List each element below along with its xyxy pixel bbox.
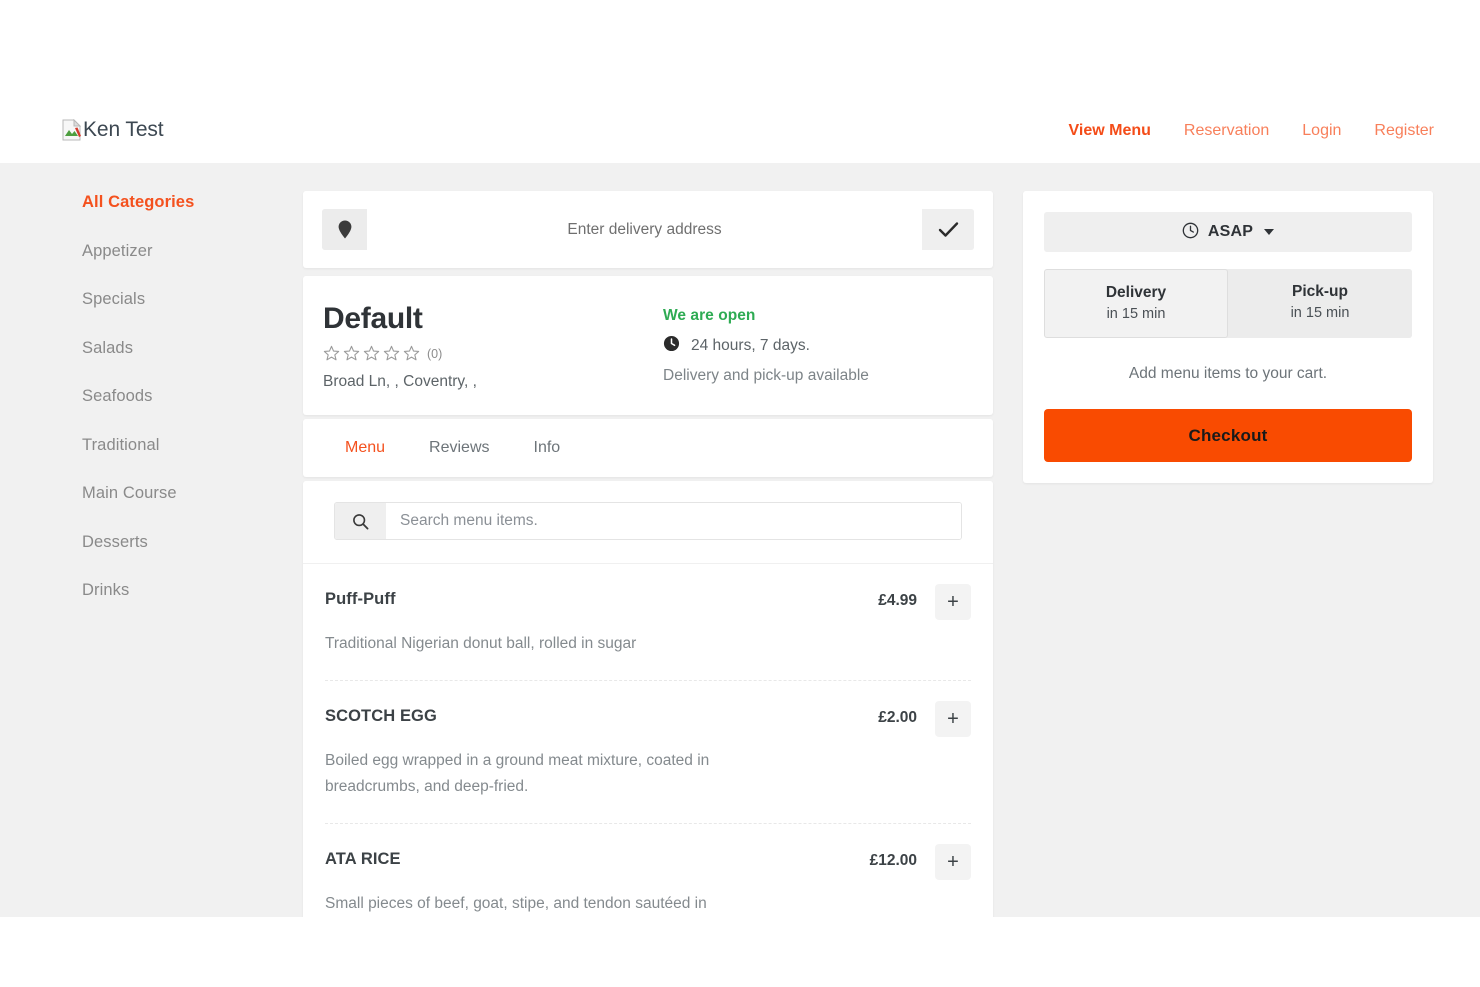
hours-row: 24 hours, 7 days. bbox=[663, 335, 869, 357]
menu-item-price: £12.00 bbox=[869, 851, 917, 869]
mode-option-delivery[interactable]: Delivery in 15 min bbox=[1044, 269, 1228, 338]
star-icon bbox=[343, 345, 360, 362]
timing-label: ASAP bbox=[1207, 223, 1254, 240]
add-item-button[interactable]: + bbox=[935, 700, 971, 737]
nav-reservation[interactable]: Reservation bbox=[1184, 122, 1269, 140]
category-sidebar: All Categories Appetizer Specials Salads… bbox=[0, 163, 303, 917]
tab-info[interactable]: Info bbox=[512, 419, 583, 477]
tab-menu[interactable]: Menu bbox=[323, 419, 407, 477]
restaurant-info-left: Default (0) Broad Ln, , Coventry, , bbox=[323, 302, 663, 391]
menu-item-list: Puff-Puff £4.99 + Traditional Nigerian d… bbox=[303, 564, 993, 917]
nav-register[interactable]: Register bbox=[1374, 122, 1434, 140]
availability-text: Delivery and pick-up available bbox=[663, 367, 869, 384]
cart-card: ASAP Delivery in 15 min Pick-up in 15 mi… bbox=[1023, 191, 1433, 483]
mode-option-pickup[interactable]: Pick-up in 15 min bbox=[1228, 269, 1412, 338]
clock-icon bbox=[663, 335, 680, 357]
menu-item-row: Puff-Puff £4.99 + Traditional Nigerian d… bbox=[325, 564, 971, 681]
menu-item-price: £4.99 bbox=[878, 592, 917, 609]
sidebar-item-traditional[interactable]: Traditional bbox=[82, 436, 303, 455]
menu-item-header: ATA RICE £12.00 + bbox=[325, 843, 971, 880]
mode-title: Delivery bbox=[1105, 284, 1167, 301]
page-body: All Categories Appetizer Specials Salads… bbox=[0, 163, 1480, 917]
star-icon bbox=[363, 345, 380, 362]
cart-empty-message: Add menu items to your cart. bbox=[1128, 365, 1328, 382]
add-item-button[interactable]: + bbox=[935, 843, 971, 880]
chevron-down-icon bbox=[1264, 229, 1275, 235]
sidebar-item-salads[interactable]: Salads bbox=[82, 339, 303, 358]
main-content: Default (0) Broad Ln, , Coventry, , We a… bbox=[303, 163, 993, 917]
tab-reviews[interactable]: Reviews bbox=[407, 419, 511, 477]
menu-item-price: £2.00 bbox=[878, 708, 917, 726]
delivery-address-row bbox=[322, 209, 974, 250]
clock-icon bbox=[1182, 222, 1199, 242]
brand-alt-text: Ken Test bbox=[83, 118, 164, 141]
nav-login[interactable]: Login bbox=[1302, 122, 1341, 140]
menu-item-row: SCOTCH EGG £2.00 + Boiled egg wrapped in… bbox=[325, 681, 971, 824]
sidebar-item-specials[interactable]: Specials bbox=[82, 290, 303, 309]
rating-row[interactable]: (0) bbox=[323, 345, 663, 362]
menu-item-name: SCOTCH EGG bbox=[325, 706, 437, 725]
sidebar-item-main-course[interactable]: Main Course bbox=[82, 484, 303, 503]
menu-item-description: Traditional Nigerian donut ball, rolled … bbox=[325, 635, 637, 652]
sidebar-item-desserts[interactable]: Desserts bbox=[82, 533, 303, 552]
broken-image-icon bbox=[62, 118, 82, 141]
restaurant-info-card: Default (0) Broad Ln, , Coventry, , We a… bbox=[303, 276, 993, 415]
menu-item-header: SCOTCH EGG £2.00 + bbox=[325, 700, 971, 737]
menu-item-description: Small pieces of beef, goat, stipe, and t… bbox=[325, 894, 707, 912]
mode-subtitle: in 15 min bbox=[1106, 306, 1166, 322]
menu-tabs: Menu Reviews Info bbox=[323, 419, 973, 477]
menu-item-description: Boiled egg wrapped in a ground meat mixt… bbox=[325, 751, 710, 796]
star-icon bbox=[403, 345, 420, 362]
site-header: Ken Test View Menu Reservation Login Reg… bbox=[0, 0, 1480, 163]
menu-panel: Puff-Puff £4.99 + Traditional Nigerian d… bbox=[303, 481, 993, 917]
search-input[interactable] bbox=[386, 503, 961, 539]
menu-tabs-card: Menu Reviews Info bbox=[303, 419, 993, 477]
mode-subtitle: in 15 min bbox=[1290, 305, 1350, 321]
page-viewport: Ken Test View Menu Reservation Login Reg… bbox=[0, 0, 1480, 917]
menu-search-row bbox=[334, 502, 962, 540]
star-icon bbox=[323, 345, 340, 362]
restaurant-info-right: We are open 24 hours, 7 days. Delivery a… bbox=[663, 302, 869, 391]
brand-logo-link[interactable]: Ken Test bbox=[62, 118, 164, 142]
checkmark-icon[interactable] bbox=[922, 209, 974, 250]
hours-text: 24 hours, 7 days. bbox=[691, 337, 810, 354]
search-icon bbox=[335, 503, 386, 539]
restaurant-address: Broad Ln, , Coventry, , bbox=[323, 373, 477, 390]
timing-dropdown-button[interactable]: ASAP bbox=[1044, 212, 1412, 252]
menu-item-name: Puff-Puff bbox=[325, 590, 396, 608]
open-status-text: We are open bbox=[663, 307, 756, 324]
restaurant-name: Default bbox=[323, 302, 423, 335]
sidebar-item-all-categories[interactable]: All Categories bbox=[82, 193, 303, 212]
location-pin-icon bbox=[322, 209, 367, 250]
delivery-address-input[interactable] bbox=[367, 209, 922, 250]
menu-item-name: ATA RICE bbox=[325, 849, 401, 868]
sidebar-item-drinks[interactable]: Drinks bbox=[82, 581, 303, 600]
cart-sidebar: ASAP Delivery in 15 min Pick-up in 15 mi… bbox=[993, 163, 1480, 917]
main-navigation: View Menu Reservation Login Register bbox=[1069, 122, 1435, 140]
star-icon bbox=[383, 345, 400, 362]
add-item-button[interactable]: + bbox=[935, 584, 971, 620]
nav-view-menu[interactable]: View Menu bbox=[1069, 122, 1151, 140]
rating-count: (0) bbox=[427, 346, 443, 361]
delivery-address-card bbox=[303, 191, 993, 268]
sidebar-item-appetizer[interactable]: Appetizer bbox=[82, 242, 303, 261]
sidebar-item-seafoods[interactable]: Seafoods bbox=[82, 387, 303, 406]
menu-item-header: Puff-Puff £4.99 + bbox=[325, 584, 971, 620]
menu-search-card bbox=[303, 481, 993, 564]
mode-title: Pick-up bbox=[1292, 283, 1348, 300]
checkout-button[interactable]: Checkout bbox=[1044, 409, 1412, 462]
menu-item-row: ATA RICE £12.00 + Small pieces of beef, … bbox=[325, 824, 971, 917]
fulfilment-mode-toggle: Delivery in 15 min Pick-up in 15 min bbox=[1044, 269, 1412, 338]
